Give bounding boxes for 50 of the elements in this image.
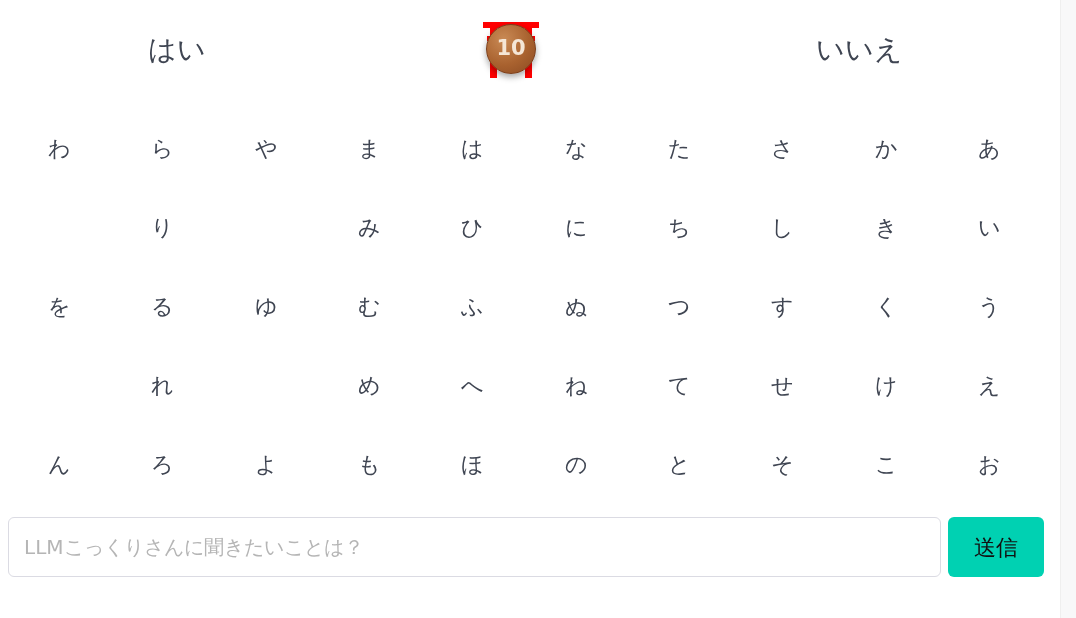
- kana-character: ほ: [461, 452, 485, 479]
- kana-character: ふ: [461, 294, 485, 321]
- kana-character: と: [667, 452, 691, 479]
- kana-character: さ: [771, 136, 795, 163]
- question-input[interactable]: LLMこっくりさんに聞きたいことは？: [8, 517, 941, 577]
- kana-character: を: [48, 294, 72, 321]
- kana-character: き: [874, 215, 898, 242]
- yes-label: はい: [148, 33, 206, 67]
- kana-character: よ: [254, 452, 278, 479]
- kana-character: せ: [771, 373, 795, 400]
- kana-character: わ: [48, 136, 72, 163]
- kana-character: こ: [874, 452, 898, 479]
- kana-character: な: [564, 136, 588, 163]
- kana-character: あ: [977, 136, 1001, 163]
- kana-character: て: [667, 373, 691, 400]
- kana-character: た: [667, 136, 691, 163]
- kana-character: ろ: [151, 452, 175, 479]
- kana-character: く: [874, 294, 898, 321]
- kana-character: へ: [461, 373, 485, 400]
- kana-character: ゆ: [254, 294, 278, 321]
- kana-character: ま: [358, 136, 382, 163]
- kana-character: ち: [667, 215, 691, 242]
- kana-character: む: [358, 294, 382, 321]
- kana-character: の: [564, 452, 588, 479]
- kana-character: ん: [48, 452, 72, 479]
- kana-character: や: [254, 136, 278, 163]
- kana-character: み: [358, 215, 382, 242]
- kana-character: ひ: [461, 215, 485, 242]
- kana-character: そ: [771, 452, 795, 479]
- kana-character: め: [358, 373, 382, 400]
- kana-character: す: [771, 294, 795, 321]
- kana-character: か: [874, 136, 898, 163]
- send-button[interactable]: 送信: [948, 517, 1044, 577]
- kana-character: る: [151, 294, 175, 321]
- kana-character: け: [874, 373, 898, 400]
- kana-character: い: [977, 215, 1001, 242]
- kana-character: う: [977, 294, 1001, 321]
- kana-character: も: [358, 452, 382, 479]
- no-label: いいえ: [815, 33, 903, 67]
- kana-character: れ: [151, 373, 175, 400]
- kana-character: し: [771, 215, 795, 242]
- kana-character: え: [977, 373, 1001, 400]
- kana-character: り: [151, 215, 175, 242]
- kana-character: ぬ: [564, 294, 588, 321]
- kana-character: ね: [564, 373, 588, 400]
- kana-character: つ: [667, 294, 691, 321]
- kana-character: お: [977, 452, 1001, 479]
- kana-character: は: [461, 136, 485, 163]
- kana-character: ら: [151, 136, 175, 163]
- kana-character: に: [564, 215, 588, 242]
